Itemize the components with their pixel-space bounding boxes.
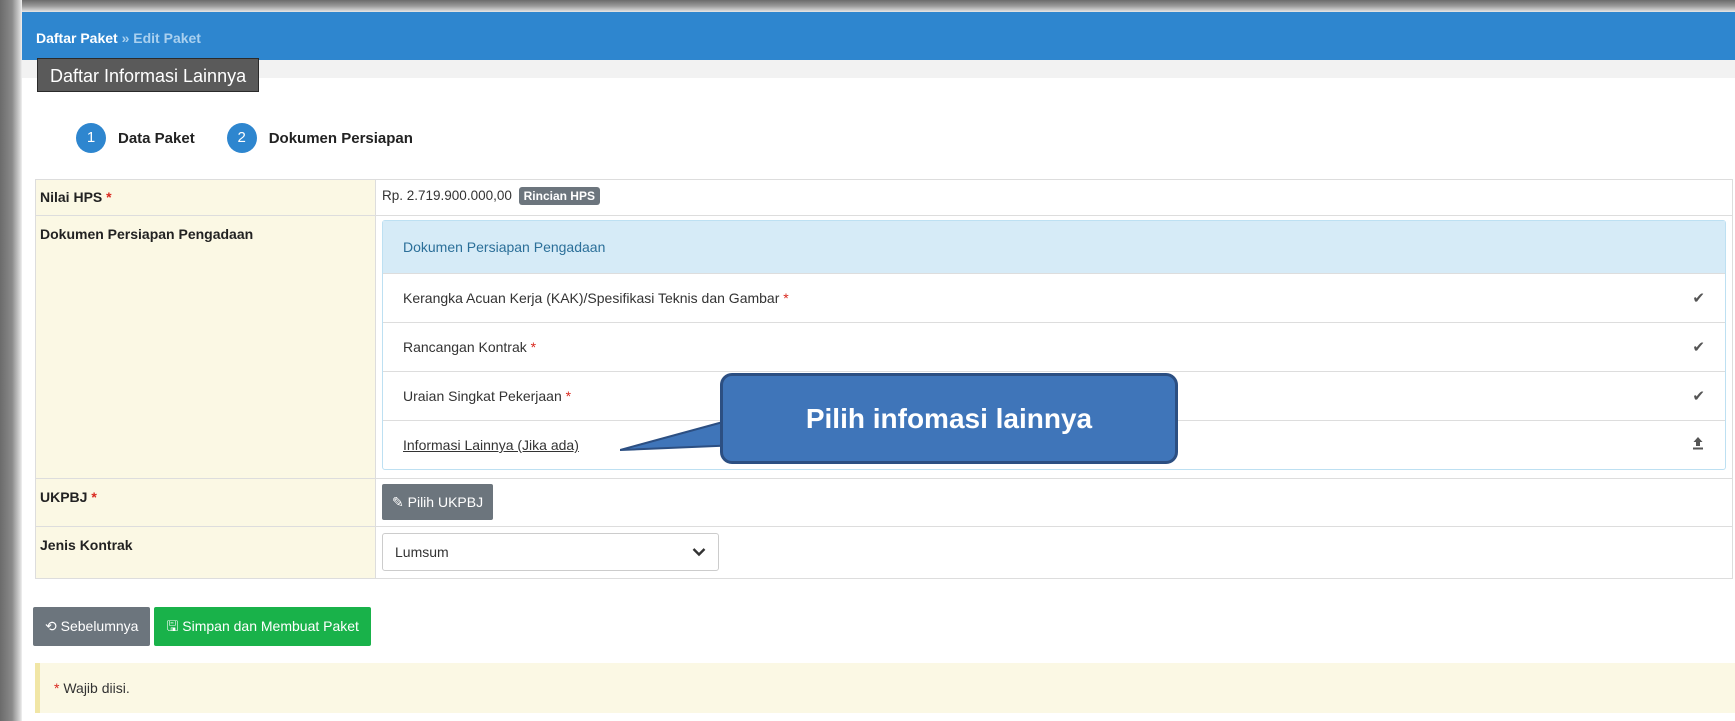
- required-mark: *: [565, 388, 572, 404]
- check-icon: ✔: [1692, 290, 1705, 307]
- breadcrumb-parent-link[interactable]: Daftar Paket: [36, 30, 118, 46]
- step-number: 1: [76, 123, 106, 153]
- value-nilai-hps: Rp. 2.719.900.000,00 Rincian HPS: [375, 179, 1733, 216]
- required-mark: *: [106, 189, 112, 205]
- edit-icon: ✎: [392, 494, 404, 510]
- rincian-hps-button[interactable]: Rincian HPS: [518, 187, 600, 205]
- panel-heading: Dokumen Persiapan Pengadaan: [383, 221, 1725, 273]
- breadcrumb-current: Edit Paket: [133, 30, 201, 46]
- step-label: Data Paket: [118, 129, 195, 147]
- required-note: * Wajib diisi.: [35, 663, 1735, 713]
- jenis-kontrak-select[interactable]: Lumsum: [382, 533, 719, 571]
- step-data-paket[interactable]: 1 Data Paket: [76, 123, 195, 153]
- value-ukpbj: ✎ Pilih UKPBJ: [375, 478, 1733, 527]
- label-dokumen-persiapan: Dokumen Persiapan Pengadaan: [35, 215, 376, 479]
- wizard-steps: 1 Data Paket 2 Dokumen Persiapan: [76, 123, 445, 153]
- step-number: 2: [226, 123, 257, 153]
- hps-value: Rp. 2.719.900.000,00: [382, 188, 512, 203]
- save-icon: 🖫: [166, 618, 179, 634]
- required-mark: *: [91, 489, 97, 505]
- dokumen-item-label: Uraian Singkat Pekerjaan *: [403, 388, 572, 404]
- chevron-down-icon: [692, 544, 706, 560]
- row-jenis-kontrak: Jenis Kontrak Lumsum: [35, 526, 1733, 579]
- required-mark: *: [54, 680, 60, 696]
- label-nilai-hps: Nilai HPS *: [35, 179, 376, 216]
- frame-left-shadow: [0, 0, 22, 721]
- breadcrumb-separator: »: [121, 30, 130, 46]
- value-jenis-kontrak: Lumsum: [375, 526, 1733, 579]
- header-subbar: [22, 60, 1735, 78]
- form-actions: ⟲ Sebelumnya 🖫 Simpan dan Membuat Paket: [33, 607, 375, 646]
- header-bar: [22, 12, 1735, 60]
- sebelumnya-button[interactable]: ⟲ Sebelumnya: [33, 607, 151, 646]
- step-label: Dokumen Persiapan: [268, 129, 413, 147]
- breadcrumb: Daftar Paket » Edit Paket: [36, 30, 201, 46]
- label-jenis-kontrak: Jenis Kontrak: [35, 526, 376, 579]
- required-mark: *: [783, 290, 789, 306]
- dokumen-item-kak[interactable]: Kerangka Acuan Kerja (KAK)/Spesifikasi T…: [383, 273, 1725, 322]
- note-text: Wajib diisi.: [63, 680, 130, 696]
- row-ukpbj: UKPBJ * ✎ Pilih UKPBJ: [35, 478, 1733, 527]
- dokumen-item-rancangan-kontrak[interactable]: Rancangan Kontrak * ✔: [383, 322, 1725, 371]
- select-value: Lumsum: [395, 544, 449, 560]
- instruction-callout: Pilih infomasi lainnya: [720, 373, 1178, 464]
- row-nilai-hps: Nilai HPS * Rp. 2.719.900.000,00 Rincian…: [35, 179, 1733, 216]
- dokumen-item-label: Kerangka Acuan Kerja (KAK)/Spesifikasi T…: [403, 290, 789, 306]
- step-dokumen-persiapan[interactable]: 2 Dokumen Persiapan: [226, 123, 413, 153]
- tooltip: Daftar Informasi Lainnya: [37, 58, 260, 92]
- check-icon: ✔: [1692, 339, 1705, 356]
- arrow-circle-left-icon: ⟲: [45, 618, 57, 634]
- label-text: Nilai HPS: [40, 189, 103, 205]
- required-mark: *: [530, 339, 537, 355]
- simpan-button[interactable]: 🖫 Simpan dan Membuat Paket: [154, 607, 371, 646]
- dokumen-item-label: Rancangan Kontrak *: [403, 339, 537, 355]
- label-ukpbj: UKPBJ *: [35, 478, 376, 527]
- frame-top-shadow: [0, 0, 1735, 12]
- pilih-ukpbj-button[interactable]: ✎ Pilih UKPBJ: [382, 484, 494, 520]
- upload-icon[interactable]: [1691, 436, 1705, 454]
- check-icon: ✔: [1692, 388, 1705, 405]
- informasi-lainnya-link[interactable]: Informasi Lainnya (Jika ada): [403, 437, 579, 453]
- page-frame: Daftar Paket » Edit Paket Daftar Informa…: [0, 0, 1735, 721]
- label-text: UKPBJ: [40, 489, 88, 505]
